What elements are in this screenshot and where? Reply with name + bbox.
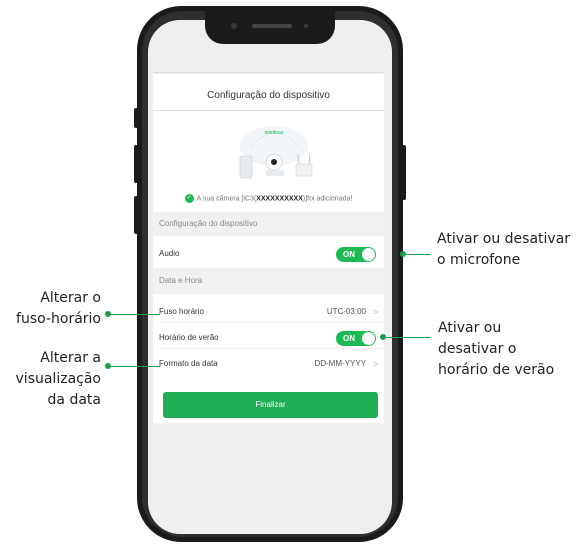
timezone-label: Fuso horário: [159, 307, 204, 316]
chevron-right-icon: >: [372, 359, 378, 369]
earpiece-speaker: [252, 24, 292, 28]
volume-up-button: [134, 145, 138, 183]
finish-button[interactable]: Finalizar: [163, 392, 378, 418]
page-title: Configuração do dispositivo: [207, 90, 330, 101]
date-format-value: DD-MM-YYYY: [314, 359, 366, 368]
annotation-date-format: Alterar a visualização da data: [15, 350, 101, 408]
success-message: ✓ A sua câmera [iC3(XXXXXXXXXX)]foi adici…: [184, 194, 353, 203]
audio-row: Audio ON: [153, 243, 384, 265]
mute-switch: [134, 108, 138, 128]
sensor: [304, 24, 308, 28]
date-format-row[interactable]: Formato da data DD-MM-YYYY >: [153, 353, 384, 375]
setup-card: Configuração do dispositivo intelbras ✓ A…: [153, 74, 384, 423]
audio-label: Audio: [159, 249, 180, 258]
check-icon: ✓: [184, 194, 194, 203]
phone-icon: [239, 155, 253, 179]
dst-row: Horário de verão ON: [153, 327, 384, 349]
devices-illustration: intelbras: [239, 126, 313, 179]
timezone-value: UTC-03:00: [326, 307, 366, 316]
annotation-line: [403, 254, 431, 255]
divider: [153, 110, 384, 111]
power-button: [402, 145, 406, 200]
annotation-audio: Ativar ou desativar o microfone: [437, 231, 571, 268]
annotation-line: [108, 366, 160, 367]
chevron-right-icon: >: [372, 307, 378, 317]
timezone-row[interactable]: Fuso horário UTC-03:00 >: [153, 301, 384, 323]
date-format-label: Formato da data: [159, 359, 218, 368]
audio-toggle[interactable]: ON: [336, 247, 376, 262]
annotation-line: [108, 314, 160, 315]
annotation-dst: Ativar ou desativar o horário de verão: [438, 320, 555, 378]
section-header-datetime: Data e Hora: [153, 268, 384, 294]
dst-label: Horário de verão: [159, 333, 219, 342]
annotation-timezone: Alterar o fuso-horário: [16, 290, 101, 327]
router-icon: [295, 153, 313, 177]
volume-down-button: [134, 196, 138, 234]
annotation-line: [383, 337, 431, 338]
dst-toggle[interactable]: ON: [336, 331, 376, 346]
front-camera: [231, 23, 237, 29]
divider: [153, 72, 383, 73]
section-header-device: Configuração do dispositivo: [153, 212, 384, 236]
brand-logo: intelbras: [265, 130, 284, 136]
